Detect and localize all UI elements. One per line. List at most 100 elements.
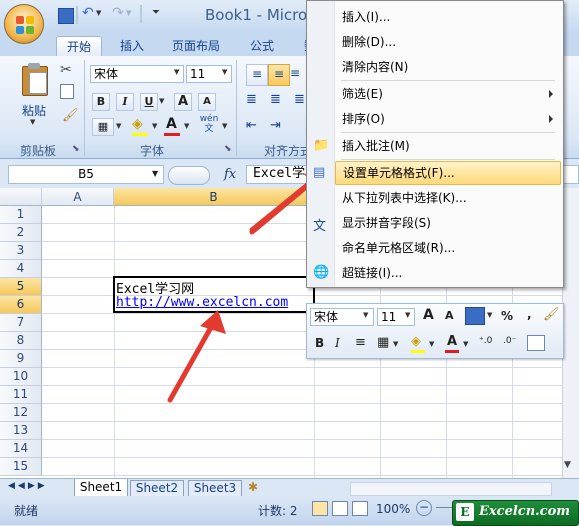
redo-icon[interactable]: ↷	[112, 5, 124, 21]
redo-dropdown-icon[interactable]: ▼	[126, 9, 131, 17]
mini-currency-icon[interactable]	[465, 307, 485, 325]
paste-button[interactable]: 粘贴	[22, 102, 46, 119]
watermark-text: Excelcn.com	[479, 504, 571, 519]
grow-font-button[interactable]: A	[174, 93, 192, 111]
save-icon[interactable]	[58, 8, 74, 24]
menu-item-9[interactable]: 命名单元格区域(R)...	[335, 236, 561, 260]
menu-item-1[interactable]: 删除(D)...	[335, 30, 561, 54]
tab-insert[interactable]: 插入	[110, 36, 154, 56]
italic-button[interactable]: I	[116, 93, 134, 111]
align-bottom-icon[interactable]: ≡	[290, 64, 306, 84]
zoom-out-icon[interactable]: −	[416, 500, 432, 516]
sheet-tab-1[interactable]: Sheet1	[74, 479, 128, 497]
mini-font-color-icon[interactable]: A	[447, 334, 457, 349]
font-name-dropdown-icon[interactable]: ▼	[174, 68, 179, 76]
mini-size-dropdown-icon[interactable]: ▼	[405, 311, 410, 319]
paste-icon[interactable]	[20, 62, 50, 98]
mini-currency-dropdown-icon[interactable]: ▼	[487, 311, 492, 319]
menu-item-5[interactable]: 插入批注(M)	[335, 134, 561, 158]
phonetic-guide-icon[interactable]: wén 文	[198, 114, 220, 136]
page-break-view-icon[interactable]	[352, 501, 368, 516]
mini-italic-icon[interactable]: I	[335, 336, 340, 350]
mini-percent-icon[interactable]: %	[501, 309, 513, 323]
menu-item-8[interactable]: 显示拼音字段(S)	[335, 211, 561, 235]
underline-button[interactable]: U	[140, 93, 158, 111]
format-painter-icon[interactable]: 🖌	[62, 108, 79, 123]
font-color-swatch	[164, 133, 180, 136]
tab-home[interactable]: 开始	[56, 36, 103, 57]
sheet-tabs-bar: ◀◀▶▶ Sheet1 Sheet2 Sheet3 ✱	[0, 478, 579, 498]
watermark-letter: E	[456, 503, 474, 521]
arrow-to-cells-head	[200, 310, 226, 334]
horizontal-scrollbar[interactable]	[350, 482, 552, 496]
zoom-level[interactable]: 100%	[376, 502, 410, 516]
tab-formulas[interactable]: 公式	[240, 36, 284, 56]
menu-item-3[interactable]: 筛选(E)	[335, 82, 561, 106]
mini-bold-icon[interactable]: B	[315, 336, 324, 350]
status-count: 计数: 2	[258, 504, 298, 518]
mini-fill-color-icon[interactable]: ◈	[411, 334, 421, 349]
name-box[interactable]: B5	[8, 165, 164, 184]
hyperlink-icon: 🌐	[313, 265, 330, 280]
mini-merge-center-icon[interactable]	[527, 335, 545, 351]
undo-dropdown-icon[interactable]: ▼	[96, 9, 101, 17]
office-button[interactable]	[4, 4, 44, 44]
mini-comma-icon[interactable]: ,	[527, 307, 532, 321]
align-top-icon[interactable]: ≡	[246, 64, 268, 86]
copy-icon[interactable]	[60, 84, 74, 99]
menu-item-7[interactable]: 从下拉列表中选择(K)...	[335, 186, 561, 210]
mini-fill-swatch	[411, 350, 425, 353]
borders-button[interactable]: ▦	[92, 118, 114, 136]
align-center-icon[interactable]: ≣	[270, 92, 281, 107]
shrink-font-button[interactable]: A	[198, 93, 216, 111]
status-mode: 就绪	[14, 504, 39, 518]
menu-item-2[interactable]: 清除内容(N)	[335, 55, 561, 79]
zoom-slider[interactable]	[436, 507, 452, 508]
mini-decrease-decimal-icon[interactable]: .0⁻	[503, 336, 516, 346]
align-right-icon[interactable]: ≣	[294, 92, 305, 107]
bold-button[interactable]: B	[92, 93, 110, 111]
align-left-icon[interactable]: ≣	[246, 92, 257, 107]
font-color-icon[interactable]: A	[166, 116, 177, 132]
mini-font-dropdown-icon[interactable]: ▼	[363, 311, 368, 319]
mini-font-color-dropdown-icon[interactable]: ▼	[463, 340, 468, 348]
insert-sheet-icon[interactable]: ✱	[248, 480, 258, 494]
underline-dropdown-icon[interactable]: ▼	[159, 97, 164, 105]
align-middle-icon[interactable]: ≡	[268, 64, 290, 86]
normal-view-icon[interactable]	[312, 501, 328, 516]
menu-item-4[interactable]: 排序(O)	[335, 107, 561, 131]
mini-fill-dropdown-icon[interactable]: ▼	[429, 340, 434, 348]
borders-dropdown-icon[interactable]: ▼	[116, 122, 121, 130]
insert-function-icon[interactable]: fx	[224, 167, 236, 182]
mini-borders-dropdown-icon[interactable]: ▼	[393, 340, 398, 348]
name-box-dropdown-icon[interactable]: ▼	[152, 169, 158, 178]
tab-page-layout[interactable]: 页面布局	[162, 36, 230, 56]
font-color-dropdown-icon[interactable]: ▼	[184, 122, 189, 130]
page-layout-view-icon[interactable]	[332, 501, 348, 516]
fill-color-icon[interactable]: ◈	[132, 116, 143, 132]
font-launcher-icon[interactable]: ⬊	[224, 144, 232, 154]
cut-icon[interactable]: ✂	[60, 62, 72, 78]
mini-shrink-font-icon[interactable]: A	[445, 309, 454, 322]
mini-center-icon[interactable]: ≡	[355, 335, 366, 350]
menu-item-0[interactable]: 插入(I)...	[335, 5, 561, 29]
phonetic-dropdown-icon[interactable]: ▼	[222, 122, 227, 130]
mini-borders-icon[interactable]: ▦	[377, 335, 389, 350]
arrow-to-cells	[167, 319, 217, 403]
customize-qat-icon[interactable]: ⏷	[152, 7, 160, 18]
fill-color-dropdown-icon[interactable]: ▼	[152, 122, 157, 130]
mini-format-painter-icon[interactable]: 🖌	[543, 307, 560, 322]
font-size-dropdown-icon[interactable]: ▼	[222, 68, 227, 76]
mini-grow-font-icon[interactable]: A	[423, 307, 434, 323]
mini-increase-decimal-icon[interactable]: ⁺.0	[479, 336, 492, 346]
increase-indent-icon[interactable]: ⇥	[270, 118, 281, 133]
sheet-nav-icons[interactable]: ◀◀▶▶	[8, 481, 48, 491]
undo-icon[interactable]: ↶	[82, 5, 94, 21]
menu-item-10[interactable]: 超链接(I)...	[335, 261, 561, 285]
formula-bar-splitter[interactable]	[168, 166, 210, 185]
paste-dropdown-icon[interactable]: ▼	[30, 118, 35, 126]
font-name-box[interactable]: 宋体	[90, 65, 184, 83]
decrease-indent-icon[interactable]: ⇤	[246, 118, 257, 133]
clipboard-launcher-icon[interactable]: ⬊	[72, 144, 80, 154]
menu-item-6[interactable]: 设置单元格格式(F)...	[335, 161, 561, 185]
